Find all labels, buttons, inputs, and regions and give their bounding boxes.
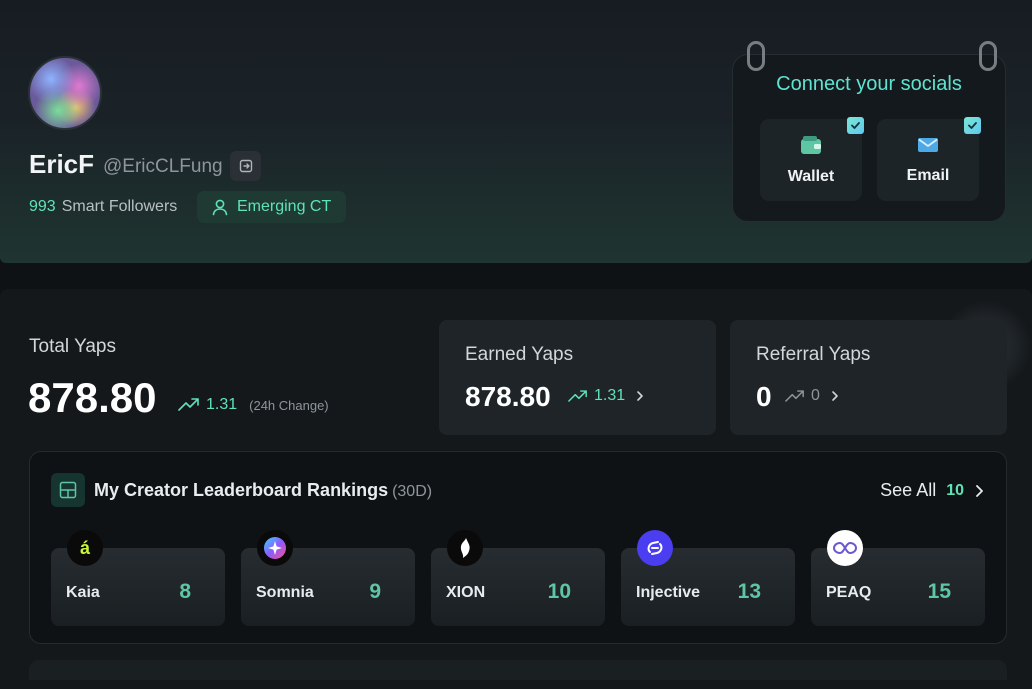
injective-logo-icon xyxy=(637,530,673,566)
total-yaps-value: 878.80 xyxy=(28,374,157,421)
check-icon xyxy=(847,117,864,134)
rank-card-kaia[interactable]: á Kaia 8 xyxy=(51,530,225,626)
badge-label: Emerging CT xyxy=(237,198,332,215)
rank-position: 13 xyxy=(737,580,761,603)
rank-card-xion[interactable]: XION 10 xyxy=(431,530,605,626)
rank-name: Kaia xyxy=(66,584,100,601)
total-yaps-change: 1.31 (24h Change) xyxy=(178,396,329,414)
chevron-right-icon xyxy=(832,391,838,401)
rank-name: Injective xyxy=(636,584,701,601)
peaq-logo-icon xyxy=(827,530,863,566)
logout-icon xyxy=(239,159,252,173)
trend-up-icon xyxy=(785,389,804,402)
binder-ring-left xyxy=(747,41,765,71)
referral-yaps-card[interactable]: Referral Yaps 0 0 xyxy=(730,320,1007,435)
socials-title: Connect your socials xyxy=(776,73,962,95)
chevron-right-icon xyxy=(637,391,643,401)
user-icon xyxy=(212,199,228,216)
next-section-edge xyxy=(29,660,1007,680)
rank-position: 10 xyxy=(547,580,571,603)
rank-card-peaq[interactable]: PEAQ 15 xyxy=(811,530,985,626)
see-all-count: 10 xyxy=(946,481,964,499)
rank-name: Somnia xyxy=(256,584,314,601)
total-yaps-delta: 1.31 xyxy=(206,396,238,413)
xion-logo-icon xyxy=(447,530,483,566)
logout-button[interactable] xyxy=(230,151,261,181)
connect-socials-card: Connect your socials Wallet Email xyxy=(732,41,1006,222)
check-icon xyxy=(964,117,981,134)
email-connect-button[interactable]: Email xyxy=(877,117,981,201)
see-all-label: See All xyxy=(880,480,937,500)
profile-handle[interactable]: @EricCLFung xyxy=(103,156,223,178)
kaia-logo-icon: á xyxy=(67,530,103,566)
earned-yaps-card[interactable]: Earned Yaps 878.80 1.31 xyxy=(439,320,716,435)
total-yaps-label: Total Yaps xyxy=(29,336,116,357)
leaderboard-title: My Creator Leaderboard Rankings (30D) xyxy=(94,480,432,501)
wallet-icon xyxy=(801,136,821,154)
leaderboard-period: (30D) xyxy=(392,483,433,500)
binder-ring-right xyxy=(979,41,997,71)
trend-up-icon xyxy=(568,389,587,402)
leaderboard-icon xyxy=(51,473,85,507)
profile-name: EricF xyxy=(29,149,95,179)
mail-icon xyxy=(918,138,938,152)
referral-yaps-label: Referral Yaps xyxy=(756,344,871,365)
rank-name: PEAQ xyxy=(826,584,872,601)
earned-yaps-change: 1.31 xyxy=(568,387,645,405)
rank-position: 15 xyxy=(927,580,951,603)
emerging-ct-badge[interactable]: Emerging CT xyxy=(197,191,346,223)
chevron-right-icon xyxy=(976,484,983,497)
rank-position: 8 xyxy=(179,580,191,603)
somnia-logo-icon xyxy=(257,530,293,566)
earned-yaps-delta: 1.31 xyxy=(594,387,626,404)
rank-name: XION xyxy=(446,584,486,601)
see-all-button[interactable]: See All 10 xyxy=(880,480,984,501)
earned-yaps-label: Earned Yaps xyxy=(465,344,574,365)
referral-yaps-delta: 0 xyxy=(811,387,820,404)
wallet-connect-button[interactable]: Wallet xyxy=(760,117,864,201)
leaderboard-title-text: My Creator Leaderboard Rankings xyxy=(94,480,389,500)
total-yaps-hint: (24h Change) xyxy=(249,397,329,413)
referral-yaps-change: 0 xyxy=(785,387,840,405)
rank-card-somnia[interactable]: Somnia 9 xyxy=(241,530,415,626)
smart-followers-count: 993 xyxy=(29,198,56,215)
rank-card-injective[interactable]: Injective 13 xyxy=(621,530,795,626)
email-label: Email xyxy=(906,167,950,184)
referral-yaps-value: 0 xyxy=(756,381,772,412)
smart-followers: 993 Smart Followers xyxy=(29,198,177,216)
smart-followers-label: Smart Followers xyxy=(61,198,178,215)
rank-position: 9 xyxy=(369,580,381,603)
creator-leaderboard: My Creator Leaderboard Rankings (30D) See… xyxy=(29,451,1007,644)
earned-yaps-value: 878.80 xyxy=(465,381,551,412)
trend-up-icon xyxy=(178,398,199,411)
wallet-label: Wallet xyxy=(787,168,835,185)
avatar[interactable] xyxy=(28,56,102,130)
